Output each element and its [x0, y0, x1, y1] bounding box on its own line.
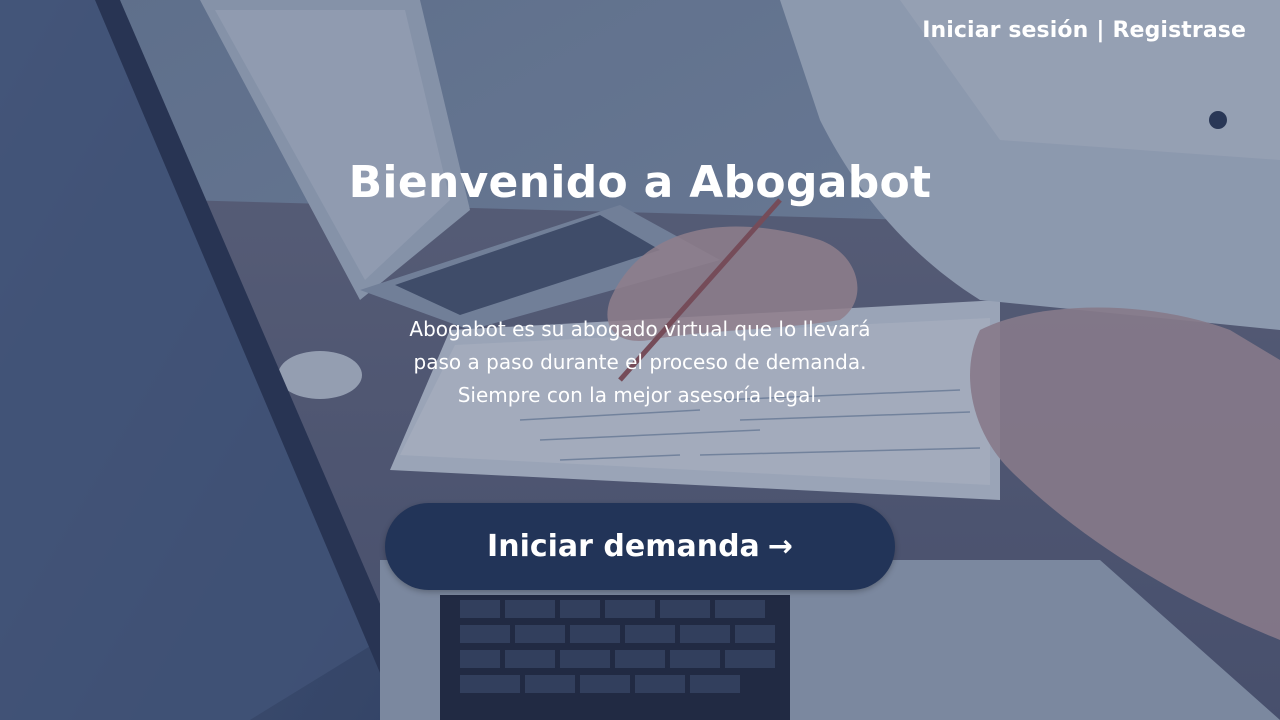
page-title: Bienvenido a Abogabot	[348, 157, 932, 208]
arrow-right-icon: →	[767, 529, 793, 564]
start-claim-button[interactable]: Iniciar demanda →	[385, 503, 895, 590]
register-link[interactable]: Registrase	[1113, 18, 1246, 43]
description-line-1: Abogabot es su abogado virtual que lo ll…	[409, 317, 871, 341]
hero-description: Abogabot es su abogado virtual que lo ll…	[340, 313, 940, 412]
auth-links: Iniciar sesión | Registrase	[922, 18, 1246, 43]
description-line-2: paso a paso durante el proceso de demand…	[413, 350, 867, 374]
description-line-3: Siempre con la mejor asesoría legal.	[457, 383, 823, 407]
auth-separator: |	[1096, 18, 1105, 43]
start-claim-button-label: Iniciar demanda	[487, 529, 760, 564]
login-link[interactable]: Iniciar sesión	[922, 18, 1088, 43]
